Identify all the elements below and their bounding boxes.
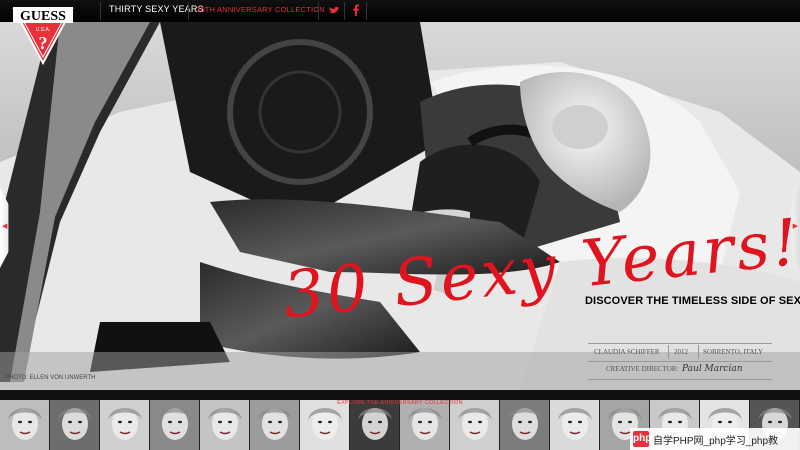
credits-rule bbox=[588, 343, 772, 344]
site-watermark: php 自学PHP网_php学习_php教 bbox=[630, 428, 800, 450]
twitter-icon[interactable] bbox=[327, 3, 341, 17]
credit-model: CLAUDIA SCHIFFER bbox=[594, 348, 660, 356]
brand-name: GUESS bbox=[20, 9, 66, 24]
explore-collection-link[interactable]: EXPLORE THE ANNIVERSARY COLLECTION bbox=[0, 390, 800, 406]
credits-divider bbox=[698, 345, 699, 359]
arrow-right-icon: ▶ bbox=[792, 223, 798, 230]
nav-divider bbox=[100, 2, 101, 20]
svg-text:Paul Marciano: Paul Marciano bbox=[682, 364, 742, 374]
credit-director-label: CREATIVE DIRECTOR: bbox=[606, 365, 679, 373]
nav-thirty-sexy-years-link[interactable]: THIRTY SEXY YEARS bbox=[109, 4, 204, 14]
credit-location: SORRENTO, ITALY bbox=[703, 348, 764, 356]
explore-collection-label: EXPLORE THE ANNIVERSARY COLLECTION bbox=[337, 400, 463, 406]
credits-plate: CLAUDIA SCHIFFER 2012 SORRENTO, ITALY CR… bbox=[588, 341, 772, 381]
script-title: 30 Sexy Years! bbox=[280, 206, 800, 334]
director-signature: Paul Marciano bbox=[682, 364, 742, 374]
credits-rule bbox=[588, 361, 772, 362]
credits-rule bbox=[588, 379, 772, 380]
nav-divider bbox=[188, 2, 189, 20]
nav-divider bbox=[366, 2, 367, 20]
script-title-text: 30 Sexy Years! bbox=[280, 206, 800, 334]
guess-logo[interactable]: GUESS U.S.A. ? bbox=[12, 3, 74, 66]
nav-divider bbox=[344, 2, 345, 20]
facebook-icon[interactable] bbox=[349, 3, 363, 17]
arrow-left-icon: ◀ bbox=[2, 223, 8, 230]
watermark-text: 自学PHP网_php学习_php教 bbox=[653, 435, 779, 447]
tagline: DISCOVER THE TIMELESS SIDE OF SEXY bbox=[585, 295, 800, 307]
watermark-badge: php bbox=[633, 431, 651, 447]
brand-mark: ? bbox=[39, 33, 48, 53]
credit-year: 2012 bbox=[674, 348, 688, 356]
photo-credit: PHOTO: ELLEN VON UNWERTH bbox=[5, 375, 96, 381]
nav-divider bbox=[318, 2, 319, 20]
top-nav-bar: THIRTY SEXY YEARS 30TH ANNIVERSARY COLLE… bbox=[0, 0, 800, 22]
nav-anniversary-collection-link[interactable]: 30TH ANNIVERSARY COLLECTION bbox=[196, 5, 325, 14]
credits-divider bbox=[668, 345, 669, 359]
